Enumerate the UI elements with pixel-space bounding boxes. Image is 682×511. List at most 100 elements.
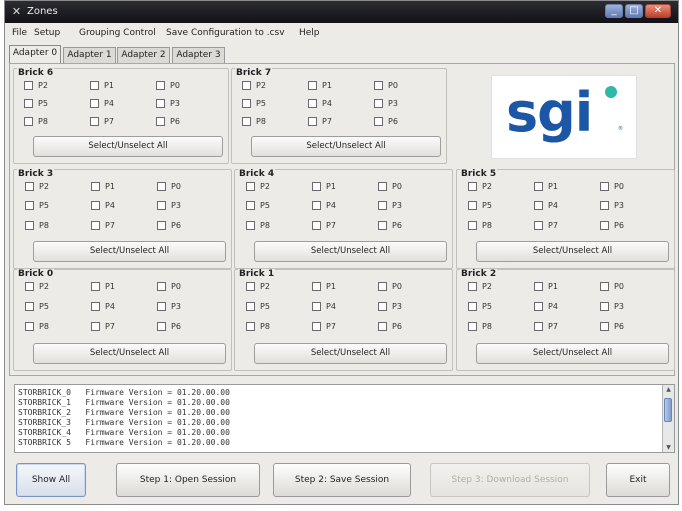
checkbox-box[interactable] <box>24 117 33 127</box>
select-unselect-all-button[interactable]: Select/Unselect All <box>254 241 447 262</box>
checkbox-box[interactable] <box>308 81 317 90</box>
checkbox-box[interactable] <box>156 81 165 90</box>
maximize-icon[interactable]: □ <box>625 4 643 18</box>
checkbox-box[interactable] <box>246 282 255 291</box>
checkbox-box[interactable] <box>91 282 100 291</box>
checkbox-box[interactable] <box>246 302 255 311</box>
checkbox-box[interactable] <box>90 117 99 127</box>
checkbox-box[interactable] <box>312 322 321 331</box>
checkbox-box[interactable] <box>468 322 477 331</box>
checkbox-box[interactable] <box>24 99 33 109</box>
checkbox-box[interactable] <box>246 220 255 230</box>
checkbox-box[interactable] <box>246 182 255 191</box>
checkbox-box[interactable] <box>600 302 609 311</box>
checkbox-box[interactable] <box>312 282 321 291</box>
checkbox-box[interactable] <box>534 220 543 230</box>
scroll-up-icon[interactable]: ▲ <box>663 385 674 394</box>
checkbox-box[interactable] <box>600 201 609 211</box>
checkbox-box[interactable] <box>312 220 321 230</box>
checkbox-box[interactable] <box>468 302 477 311</box>
checkbox-box[interactable] <box>600 282 609 291</box>
checkbox-box[interactable] <box>378 302 387 311</box>
menu-save-configuration[interactable]: Save Configuration to .csv <box>166 28 285 38</box>
checkbox-box[interactable] <box>468 282 477 291</box>
checkbox-box[interactable] <box>91 302 100 311</box>
checkbox-box[interactable] <box>91 201 100 211</box>
checkbox-box[interactable] <box>242 81 251 90</box>
checkbox-box[interactable] <box>91 182 100 191</box>
checkbox-box[interactable] <box>378 182 387 191</box>
tab-adapter-1[interactable]: Adapter 1 <box>63 47 116 63</box>
checkbox-box[interactable] <box>25 282 34 291</box>
checkbox-box[interactable] <box>534 302 543 311</box>
checkbox-box[interactable] <box>25 182 34 191</box>
checkbox-box[interactable] <box>374 81 383 90</box>
checkbox-box[interactable] <box>157 302 166 311</box>
close-icon[interactable]: ✕ <box>645 4 671 18</box>
checkbox-box[interactable] <box>242 99 251 109</box>
checkbox-box[interactable] <box>25 322 34 331</box>
checkbox-box[interactable] <box>534 282 543 291</box>
checkbox-box[interactable] <box>378 322 387 331</box>
checkbox-box[interactable] <box>90 99 99 109</box>
exit-button[interactable]: Exit <box>606 463 670 497</box>
select-unselect-all-button[interactable]: Select/Unselect All <box>33 136 223 157</box>
checkbox-box[interactable] <box>312 201 321 211</box>
checkbox-box[interactable] <box>242 117 251 127</box>
checkbox-box[interactable] <box>312 302 321 311</box>
save-session-button[interactable]: Step 2: Save Session <box>273 463 411 497</box>
checkbox-box[interactable] <box>600 322 609 331</box>
checkbox-box[interactable] <box>157 182 166 191</box>
minimize-icon[interactable]: _ <box>605 4 623 18</box>
checkbox-box[interactable] <box>468 201 477 211</box>
menu-file[interactable]: File <box>12 28 27 38</box>
checkbox-box[interactable] <box>25 302 34 311</box>
checkbox-box[interactable] <box>91 322 100 331</box>
menu-setup[interactable]: Setup <box>34 28 60 38</box>
checkbox-box[interactable] <box>374 99 383 109</box>
select-unselect-all-button[interactable]: Select/Unselect All <box>254 343 447 364</box>
log-scrollbar[interactable]: ▲ ▼ <box>662 385 674 452</box>
checkbox-box[interactable] <box>91 220 100 230</box>
menu-grouping-control[interactable]: Grouping Control <box>79 28 156 38</box>
checkbox-box[interactable] <box>25 201 34 211</box>
checkbox-box[interactable] <box>378 220 387 230</box>
select-unselect-all-button[interactable]: Select/Unselect All <box>33 241 226 262</box>
tab-adapter-2[interactable]: Adapter 2 <box>117 47 170 63</box>
show-all-button[interactable]: Show All <box>16 463 86 497</box>
checkbox-box[interactable] <box>374 117 383 127</box>
tab-adapter-3[interactable]: Adapter 3 <box>172 47 225 63</box>
checkbox-box[interactable] <box>534 201 543 211</box>
checkbox-box[interactable] <box>312 182 321 191</box>
scroll-thumb[interactable] <box>664 398 672 422</box>
checkbox-box[interactable] <box>246 322 255 331</box>
select-unselect-all-button[interactable]: Select/Unselect All <box>251 136 441 157</box>
checkbox-box[interactable] <box>378 201 387 211</box>
checkbox-box[interactable] <box>308 117 317 127</box>
tab-adapter-0[interactable]: Adapter 0 <box>9 45 61 64</box>
checkbox-box[interactable] <box>600 220 609 230</box>
checkbox-box[interactable] <box>25 220 34 230</box>
select-unselect-all-button[interactable]: Select/Unselect All <box>33 343 226 364</box>
checkbox-box[interactable] <box>157 322 166 331</box>
checkbox-box[interactable] <box>157 201 166 211</box>
checkbox-box[interactable] <box>24 81 33 90</box>
checkbox-box[interactable] <box>157 220 166 230</box>
checkbox-box[interactable] <box>468 220 477 230</box>
checkbox-box[interactable] <box>246 201 255 211</box>
checkbox-box[interactable] <box>157 282 166 291</box>
checkbox-box[interactable] <box>156 99 165 109</box>
checkbox-box[interactable] <box>156 117 165 127</box>
checkbox-box[interactable] <box>468 182 477 191</box>
scroll-down-icon[interactable]: ▼ <box>663 443 674 452</box>
checkbox-box[interactable] <box>90 81 99 90</box>
checkbox-box[interactable] <box>534 322 543 331</box>
select-unselect-all-button[interactable]: Select/Unselect All <box>476 241 669 262</box>
select-unselect-all-button[interactable]: Select/Unselect All <box>476 343 669 364</box>
checkbox-box[interactable] <box>534 182 543 191</box>
menu-help[interactable]: Help <box>299 28 320 38</box>
checkbox-box[interactable] <box>378 282 387 291</box>
checkbox-box[interactable] <box>308 99 317 109</box>
open-session-button[interactable]: Step 1: Open Session <box>116 463 260 497</box>
checkbox-box[interactable] <box>600 182 609 191</box>
